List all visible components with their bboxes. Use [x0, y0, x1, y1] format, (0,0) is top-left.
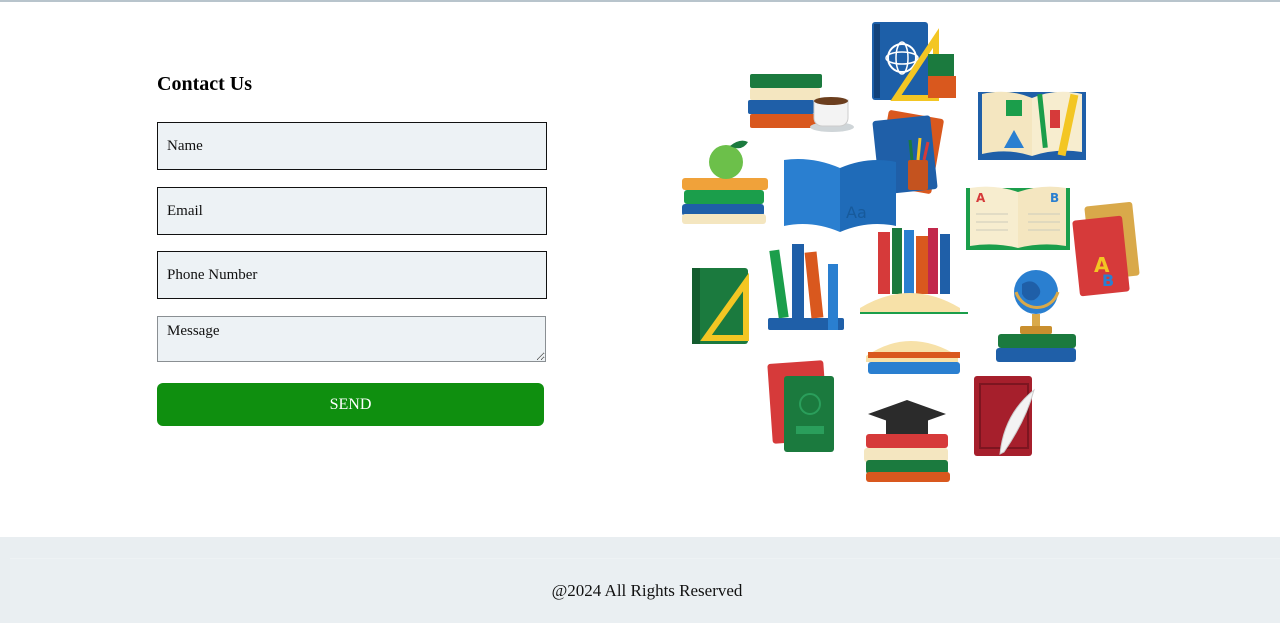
- open-book-aa-icon: Aa: [784, 159, 896, 232]
- contact-form: Contact Us SEND: [157, 70, 547, 426]
- books-illustration: Aa A B A B: [670, 14, 1150, 489]
- message-textarea[interactable]: [157, 316, 546, 362]
- open-book-stack-icon: [866, 341, 960, 374]
- books-with-coffee-icon: [748, 74, 854, 132]
- red-book-with-quill-icon: [974, 376, 1035, 456]
- page-title: Contact Us: [157, 73, 252, 95]
- geometry-book-icon: [978, 91, 1086, 160]
- name-input[interactable]: [157, 122, 547, 170]
- science-book-icon: [872, 22, 956, 101]
- send-button[interactable]: SEND: [157, 383, 544, 426]
- red-abc-books-icon: A B: [1072, 201, 1140, 297]
- open-book-with-books-icon: [860, 228, 968, 314]
- standing-books-icon: [768, 244, 844, 330]
- leaning-books-icon: [767, 360, 834, 452]
- page: Contact Us SEND: [0, 0, 1280, 623]
- phone-input[interactable]: [157, 251, 547, 299]
- globe-on-books-icon: [996, 270, 1076, 362]
- alphabet-book-icon: A B: [966, 186, 1070, 250]
- svg-text:B: B: [1102, 271, 1114, 290]
- footer-copyright: @2024 All Rights Reserved: [551, 581, 743, 600]
- books-with-apple-icon: [682, 140, 768, 224]
- top-border: [0, 0, 1280, 2]
- svg-text:B: B: [1050, 191, 1059, 205]
- green-triangle-book-icon: [692, 268, 749, 344]
- graduation-cap-books-icon: [864, 400, 950, 482]
- svg-text:A: A: [976, 191, 986, 205]
- email-input[interactable]: [157, 187, 547, 235]
- svg-text:Aa: Aa: [846, 203, 867, 222]
- footer: @2024 All Rights Reserved: [0, 537, 1280, 623]
